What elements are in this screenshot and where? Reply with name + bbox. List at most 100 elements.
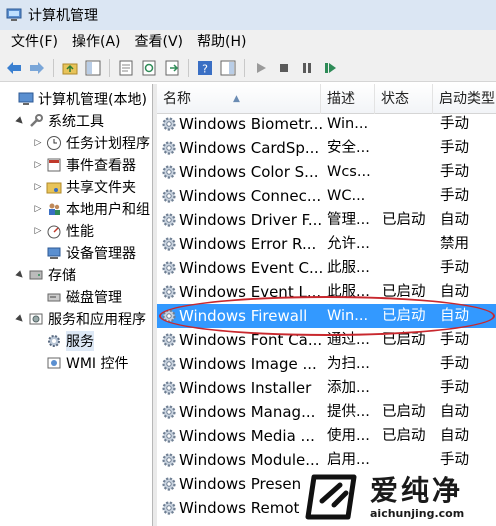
tree-item-label: WMI 控件: [66, 356, 129, 372]
tree-item[interactable]: 设备管理器: [32, 242, 136, 264]
service-gear-icon: [162, 381, 176, 395]
tree-item-label: 计算机管理(本地): [38, 92, 147, 108]
show-hide-tree-button[interactable]: [83, 58, 103, 78]
service-row[interactable]: Windows Installer 添加... 手动: [157, 376, 496, 400]
tree-item[interactable]: ▷ 事件查看器: [32, 154, 136, 176]
pause-service-button[interactable]: [297, 58, 317, 78]
service-name: Windows CardSp...: [179, 139, 320, 157]
service-startup-type: 手动: [440, 116, 469, 132]
service-startup-type: 自动: [440, 404, 469, 420]
collapse-icon[interactable]: ▲: [12, 113, 29, 130]
tree-item[interactable]: ▷ 共享文件夹: [32, 176, 136, 198]
tree-item-label: 存储: [48, 268, 76, 284]
tree-item[interactable]: ▷ 任务计划程序: [32, 132, 150, 154]
column-desc-label: 描述: [327, 91, 355, 107]
device-manager-icon: [47, 247, 61, 259]
service-row[interactable]: Windows Media ... 使用... 已启动 自动: [157, 424, 496, 448]
column-header-name[interactable]: 名称 ▲: [157, 84, 321, 114]
menu-view[interactable]: 查看(V): [128, 30, 191, 54]
tree-item[interactable]: ▲ 服务和应用程序: [14, 308, 146, 330]
expand-icon[interactable]: ▷: [32, 137, 44, 149]
service-gear-icon: [162, 357, 176, 371]
properties-button[interactable]: [116, 58, 136, 78]
service-row[interactable]: Windows Error R... 允许... 禁用: [157, 232, 496, 256]
services-icon: [48, 335, 60, 347]
service-row[interactable]: Windows Font Ca... 通过... 已启动 手动: [157, 328, 496, 352]
menu-file[interactable]: 文件(F): [4, 30, 65, 54]
tree-item[interactable]: ▷ 性能: [32, 220, 94, 242]
service-row[interactable]: Windows Event L... 此服... 已启动 自动: [157, 280, 496, 304]
collapse-icon[interactable]: ▲: [12, 311, 29, 328]
service-row[interactable]: Windows Image ... 为扫... 手动: [157, 352, 496, 376]
service-description: WC...: [327, 188, 366, 204]
forward-arrow-icon: [30, 61, 44, 74]
column-header-desc[interactable]: 描述: [321, 84, 375, 114]
restart-service-button[interactable]: [320, 58, 340, 78]
service-gear-icon: [162, 501, 176, 515]
expand-icon[interactable]: ▷: [32, 203, 44, 215]
service-name: Windows Error R...: [179, 235, 317, 253]
service-status: 已启动: [382, 284, 426, 300]
column-header-startup[interactable]: 启动类型: [433, 84, 496, 114]
service-status: 已启动: [382, 428, 426, 444]
service-row[interactable]: Windows Event C... 此服... 手动: [157, 256, 496, 280]
menu-help[interactable]: 帮助(H): [190, 30, 253, 54]
refresh-button[interactable]: [139, 58, 159, 78]
toolbar-separator: [188, 58, 189, 77]
show-action-pane-button[interactable]: [218, 58, 238, 78]
service-row[interactable]: Windows Firewall Win... 已启动 自动: [157, 304, 496, 328]
service-description: Wcs...: [327, 164, 371, 180]
console-tree: 计算机管理(本地) ▲ 系统工具 ▷ 任务计划程序 ▷ 事件查看器 ▷ 共享文件夹 ▷ 本地用户和组…: [0, 84, 153, 526]
toolbar: ?: [0, 54, 496, 82]
stop-service-button[interactable]: [274, 58, 294, 78]
service-row[interactable]: Windows CardSp... 安全... 手动: [157, 136, 496, 160]
column-header-status[interactable]: 状态: [375, 84, 433, 114]
menu-action[interactable]: 操作(A): [65, 30, 128, 54]
back-button[interactable]: [4, 58, 24, 78]
up-folder-button[interactable]: [60, 58, 80, 78]
expand-icon[interactable]: ▷: [32, 159, 44, 171]
service-startup-type: 自动: [440, 428, 469, 444]
pause-icon: [303, 62, 311, 73]
services-list: 名称 ▲ 描述 状态 启动类型 Windows Biometr... Win...…: [157, 84, 496, 526]
service-row[interactable]: Windows Driver F... 管理... 已启动 自动: [157, 208, 496, 232]
tree-item-label: 任务计划程序: [66, 136, 150, 152]
service-row[interactable]: Windows Color S... Wcs... 手动: [157, 160, 496, 184]
service-startup-type: 手动: [440, 380, 469, 396]
service-name: Windows Installer: [179, 379, 312, 397]
start-service-button[interactable]: [251, 58, 271, 78]
service-startup-type: 自动: [440, 212, 469, 228]
service-row[interactable]: Windows Manag... 提供... 已启动 自动: [157, 400, 496, 424]
export-list-button[interactable]: [162, 58, 182, 78]
service-gear-icon: [162, 333, 176, 347]
service-row[interactable]: Windows Connec... WC... 手动: [157, 184, 496, 208]
service-status: 已启动: [382, 332, 426, 348]
service-gear-icon: [162, 117, 176, 131]
tree-item[interactable]: ▷ 本地用户和组: [32, 198, 150, 220]
tree-item[interactable]: 服务: [32, 330, 94, 352]
collapse-icon[interactable]: ▲: [12, 267, 29, 284]
service-row[interactable]: Windows Biometr... Win... 手动: [157, 112, 496, 136]
computer-management-icon: [6, 8, 22, 21]
tree-item[interactable]: ▲ 存储: [14, 264, 76, 286]
performance-icon: [47, 225, 61, 239]
help-button[interactable]: ?: [195, 58, 215, 78]
forward-button[interactable]: [27, 58, 47, 78]
tree-item[interactable]: WMI 控件: [32, 352, 129, 374]
tree-item[interactable]: ▲ 系统工具: [14, 110, 104, 132]
service-startup-type: 自动: [440, 308, 469, 324]
expand-icon[interactable]: ▷: [32, 181, 44, 193]
expand-icon[interactable]: ▷: [32, 225, 44, 237]
tree-item-label: 服务和应用程序: [48, 312, 146, 328]
service-status: 已启动: [382, 404, 426, 420]
tree-item[interactable]: 计算机管理(本地): [4, 88, 147, 110]
refresh-icon: [142, 60, 156, 75]
tree-item[interactable]: 磁盘管理: [32, 286, 122, 308]
service-name: Windows Image ...: [179, 355, 317, 373]
service-name: Windows Manag...: [179, 403, 316, 421]
service-startup-type: 禁用: [440, 236, 469, 252]
service-name: Windows Color S...: [179, 163, 319, 181]
folder-up-icon: [62, 63, 78, 74]
